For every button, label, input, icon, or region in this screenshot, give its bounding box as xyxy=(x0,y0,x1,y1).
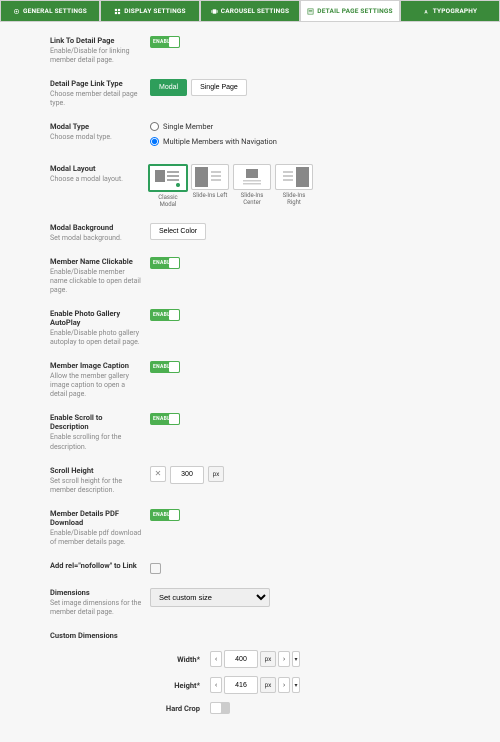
autoplay-desc: Enable/Disable photo gallery autoplay to… xyxy=(50,329,142,347)
typography-icon: A xyxy=(423,8,430,15)
height-plus[interactable]: › xyxy=(278,677,290,693)
layout-center-label: Slide-Ins Center xyxy=(234,193,270,206)
width-unit: px xyxy=(260,651,276,667)
scroll-h-desc: Set scroll height for the member descrip… xyxy=(50,477,142,495)
modal-type-label: Modal Type xyxy=(50,122,142,131)
pdf-desc: Enable/Disable pdf download of member de… xyxy=(50,529,142,547)
hardcrop-label: Hard Crop xyxy=(120,704,208,713)
height-unit: px xyxy=(260,677,276,693)
layout-right-label: Slide-Ins Right xyxy=(276,193,312,206)
modal-bg-desc: Set modal background. xyxy=(50,234,142,243)
scroll-h-label: Scroll Height xyxy=(50,466,142,475)
name-click-desc: Enable/Disable member name clickable to … xyxy=(50,268,142,295)
width-label: Width* xyxy=(120,655,208,664)
modal-bg-label: Modal Background xyxy=(50,223,142,232)
tab-carousel[interactable]: CAROUSEL SETTINGS xyxy=(200,0,300,21)
scroll-desc-desc: Enable scrolling for the description. xyxy=(50,433,142,451)
link-detail-label: Link To Detail Page xyxy=(50,36,142,45)
dimensions-label: Dimensions xyxy=(50,588,142,597)
width-chev[interactable]: ▾ xyxy=(292,651,300,667)
height-chev[interactable]: ▾ xyxy=(292,677,300,693)
pdf-toggle[interactable]: ENABLED xyxy=(150,509,180,521)
pdf-label: Member Details PDF Download xyxy=(50,509,142,527)
gear-icon xyxy=(13,8,20,15)
layout-right[interactable] xyxy=(275,164,313,190)
modal-layout-label: Modal Layout xyxy=(50,164,142,173)
layout-left[interactable] xyxy=(191,164,229,190)
hardcrop-toggle[interactable] xyxy=(210,702,230,714)
modal-type-multiple[interactable]: Multiple Members with Navigation xyxy=(150,137,277,146)
custom-dimensions-head: Custom Dimensions xyxy=(50,631,470,640)
modal-type-single[interactable]: Single Member xyxy=(150,122,213,131)
layout-center[interactable] xyxy=(233,164,271,190)
dimensions-select[interactable]: Set custom size xyxy=(150,588,270,607)
caption-toggle[interactable]: ENABLED xyxy=(150,361,180,373)
caption-desc: Allow the member gallery image caption t… xyxy=(50,372,142,399)
link-type-modal[interactable]: Modal xyxy=(150,79,187,96)
height-label: Height* xyxy=(120,681,208,690)
width-plus[interactable]: › xyxy=(278,651,290,667)
tabs-bar: GENERAL SETTINGS DISPLAY SETTINGS CAROUS… xyxy=(0,0,500,22)
layout-classic-label: Classic Modal xyxy=(150,195,186,208)
scroll-h-unit: px xyxy=(208,466,224,482)
layout-classic[interactable] xyxy=(148,164,188,192)
link-type-label: Detail Page Link Type xyxy=(50,79,142,88)
tab-general[interactable]: GENERAL SETTINGS xyxy=(0,0,100,21)
scroll-h-input[interactable] xyxy=(170,466,204,484)
height-input[interactable] xyxy=(224,676,258,694)
grid-icon xyxy=(114,8,121,15)
tab-typography[interactable]: ATYPOGRAPHY xyxy=(400,0,500,21)
scroll-h-clear[interactable]: ✕ xyxy=(150,466,166,482)
tab-display[interactable]: DISPLAY SETTINGS xyxy=(100,0,200,21)
name-click-label: Member Name Clickable xyxy=(50,257,142,266)
autoplay-label: Enable Photo Gallery AutoPlay xyxy=(50,309,142,327)
carousel-icon xyxy=(211,8,218,15)
modal-layout-desc: Choose a modal layout. xyxy=(50,175,142,184)
link-detail-toggle[interactable]: ENABLED xyxy=(150,36,180,48)
dimensions-desc: Set image dimensions for the member deta… xyxy=(50,599,142,617)
link-type-single[interactable]: Single Page xyxy=(191,79,247,96)
select-color-button[interactable]: Select Color xyxy=(150,223,206,240)
autoplay-toggle[interactable]: ENABLED xyxy=(150,309,180,321)
scroll-desc-label: Enable Scroll to Description xyxy=(50,413,142,431)
width-minus[interactable]: ‹ xyxy=(210,651,222,667)
caption-label: Member Image Caption xyxy=(50,361,142,370)
layout-left-label: Slide-Ins Left xyxy=(193,193,228,200)
width-input[interactable] xyxy=(224,650,258,668)
height-minus[interactable]: ‹ xyxy=(210,677,222,693)
nofollow-checkbox[interactable] xyxy=(150,563,161,574)
nofollow-label: Add rel="nofollow" to Link xyxy=(50,561,142,570)
svg-text:A: A xyxy=(424,9,428,15)
link-type-desc: Choose member detail page type. xyxy=(50,90,142,108)
detail-icon xyxy=(307,8,314,15)
scroll-desc-toggle[interactable]: ENABLED xyxy=(150,413,180,425)
tab-detail[interactable]: DETAIL PAGE SETTINGS xyxy=(300,0,400,21)
modal-type-desc: Choose modal type. xyxy=(50,133,142,142)
name-click-toggle[interactable]: ENABLED xyxy=(150,257,180,269)
link-detail-desc: Enable/Disable for linking member detail… xyxy=(50,47,142,65)
